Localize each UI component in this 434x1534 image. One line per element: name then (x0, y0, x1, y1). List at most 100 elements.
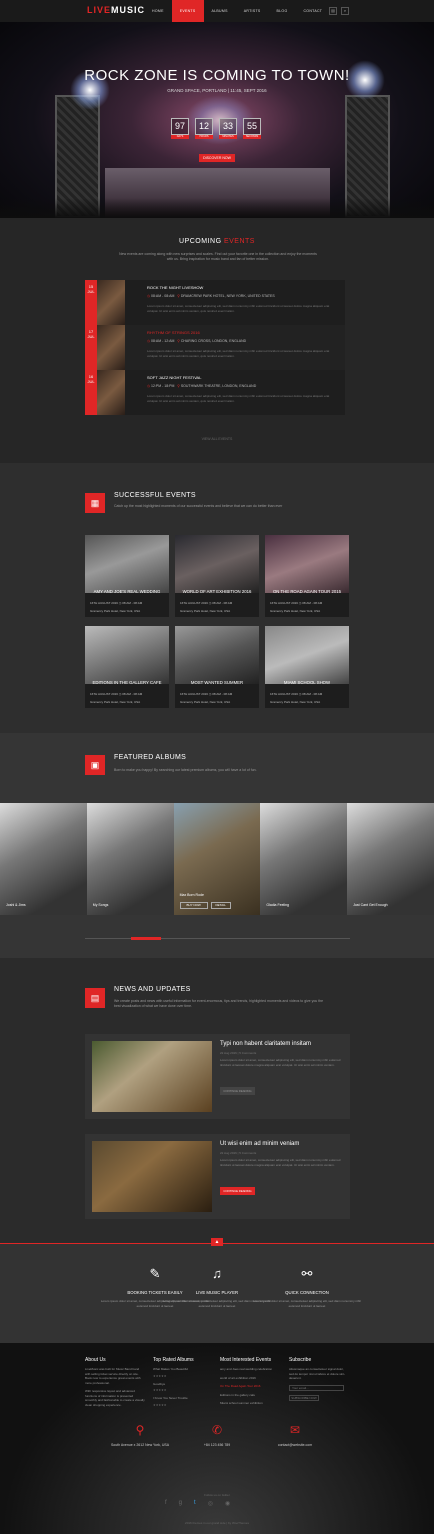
event-title[interactable]: RHYTHM OF STRINGS 2016 (147, 330, 200, 335)
nav-blog[interactable]: BLOG (269, 0, 296, 22)
event-month: JUL (87, 289, 95, 294)
continue-reading-button[interactable]: CONTINUE READING (220, 1187, 255, 1195)
event-card-title[interactable]: ON THE ROAD AGAIN TOUR 2015 (265, 589, 349, 594)
cart-icon[interactable]: ▤ (329, 7, 337, 15)
event-card[interactable]: ON THE ROAD AGAIN TOUR 2015 16TH AUGUST 2… (265, 535, 349, 617)
event-card-time: 08:AM - 08:AM (302, 601, 323, 605)
event-link[interactable]: On The Road Again Tour 2016 (220, 1384, 280, 1389)
twitter-icon[interactable]: t (194, 1500, 196, 1507)
album-strip: Joshi & Jims My Songs Max Born Rode BUY N… (0, 803, 434, 915)
news-card[interactable]: Typi non habent claritatem insitam 22 Au… (85, 1034, 350, 1119)
nav-home[interactable]: HOME (144, 0, 172, 22)
view-all-events-link[interactable]: VIEW ALL EVENTS (167, 437, 267, 442)
event-card-time: 08:AM - 08:AM (212, 692, 233, 696)
logo-part-a: LIVE (87, 5, 112, 15)
event-card[interactable]: WORLD OF ART EXHIBITION 2016 16TH AUGUST … (175, 535, 259, 617)
section-desc: Catch up the most highlighted moments of… (114, 504, 283, 508)
event-link[interactable]: world of art exhibition 2016 (220, 1376, 280, 1381)
album-item[interactable]: Joshi & Jims (0, 803, 87, 915)
event-card[interactable]: MOST WANTED SUMMER 16TH AUGUST 2016 ◷ 08:… (175, 626, 259, 708)
subscribe-button[interactable]: SUBSCRIBE NOW (289, 1394, 319, 1401)
event-link[interactable]: Editions in the gallery cafe (220, 1393, 280, 1398)
pager-indicator[interactable] (131, 937, 161, 940)
news-card[interactable]: Ut wisi enim ad minim veniam 22 Aug 2016… (85, 1134, 350, 1219)
event-card-title[interactable]: MIAMI SCHOOL SHOW (265, 680, 349, 685)
follow-text: Follow us on twitter (204, 1493, 230, 1497)
event-link[interactable]: amy and Joes real wedding celebration (220, 1367, 280, 1372)
event-title[interactable]: SOFT JAZZ NIGHT FESTIVAL (147, 375, 201, 380)
album-item[interactable]: Just Cant Get Enough (347, 803, 434, 915)
album-link[interactable]: What Makes You Beautiful (153, 1367, 213, 1372)
discover-now-button[interactable]: DISCOVER NOW (199, 154, 235, 162)
event-card-image (265, 626, 349, 684)
album-title[interactable]: Joshi & Jims (6, 903, 26, 907)
continue-reading-button[interactable]: CONTINUE READING (220, 1087, 255, 1095)
nav-albums[interactable]: ALBUMS (204, 0, 236, 22)
footer-heading: Subscribe (289, 1357, 312, 1363)
facebook-icon[interactable]: f (165, 1500, 167, 1507)
calendar-icon: ▦ (85, 493, 105, 513)
upcoming-events-section: UPCOMING EVENTS New events are coming al… (0, 218, 434, 463)
event-card[interactable]: EDITIONS IN THE GALLERY CAFE 16TH AUGUST … (85, 626, 169, 708)
event-card-date: 16TH AUGUST 2016 (270, 601, 298, 605)
album-title[interactable]: My Songs (93, 903, 109, 907)
footer-about-text: LiveMusic was built for Music Band band … (85, 1367, 141, 1385)
search-icon[interactable]: ⌕ (341, 7, 349, 15)
event-card-title[interactable]: EDITIONS IN THE GALLERY CAFE (85, 680, 169, 685)
scroll-top-button[interactable]: ▲ (211, 1238, 223, 1246)
news-icon: ▤ (85, 988, 105, 1008)
event-card[interactable]: AMY AND JOE'S REAL WEDDING 16TH AUGUST 20… (85, 535, 169, 617)
news-title[interactable]: Typi non habent claritatem insitam (220, 1041, 311, 1047)
event-card-title[interactable]: MOST WANTED SUMMER (175, 680, 259, 685)
album-title[interactable]: Gladia Feeling (266, 903, 289, 907)
event-card-location: Gramercy Park Hotel, New York, USA (90, 609, 141, 613)
event-item[interactable]: 17 JUL RHYTHM OF STRINGS 2016 ◷ 08:AM - 1… (85, 325, 345, 370)
event-card[interactable]: MIAMI SCHOOL SHOW 16TH AUGUST 2016 ◷ 08:A… (265, 626, 349, 708)
album-item[interactable]: My Songs (86, 803, 174, 915)
instagram-icon[interactable]: ◎ (208, 1500, 213, 1507)
album-title[interactable]: Just Cant Get Enough (353, 903, 387, 907)
event-month: JUL (87, 334, 95, 339)
buy-now-button[interactable]: BUY NOW (179, 902, 208, 909)
nav-artists[interactable]: ARTISTS (236, 0, 269, 22)
hero-subtitle: GRAND SPACE, PORTLAND | 11:45, SEPT 2016 (167, 88, 267, 93)
news-title[interactable]: Ut wisi enim ad minim veniam (220, 1141, 299, 1147)
event-card-title[interactable]: WORLD OF ART EXHIBITION 2016 (175, 589, 259, 594)
event-card-location: Gramercy Park Hotel, New York, USA (90, 700, 141, 704)
googleplus-icon[interactable]: g (179, 1500, 182, 1507)
album-link[interactable]: Goodbye (153, 1382, 213, 1387)
footer-events: Most Interested Events amy and Joes real… (220, 1357, 280, 1406)
album-link[interactable]: I Know You Never Trouble (153, 1396, 213, 1401)
rss-icon[interactable]: ◉ (225, 1500, 230, 1507)
event-item[interactable]: 16 JUL SOFT JAZZ NIGHT FESTIVAL ◷ 12:PM -… (85, 370, 345, 415)
event-link[interactable]: Miami school summer exhibition (220, 1401, 280, 1406)
logo-part-b: MUSIC (111, 5, 146, 15)
contact-mail: ✉ contact@website.com (250, 1423, 340, 1447)
event-card-image (175, 626, 259, 684)
event-date: 15 JUL (85, 280, 97, 325)
phone-text: +84 123 456 789 (203, 1443, 231, 1447)
feature-title: QUICK CONNECTION (285, 1290, 329, 1295)
event-title[interactable]: ROCK THE NIGHT LIVESHOW (147, 285, 203, 290)
event-item[interactable]: 15 JUL ROCK THE NIGHT LIVESHOW ◷ 08:AM - … (85, 280, 345, 325)
event-time: 08:AM - 08:AM (151, 294, 175, 298)
section-title: SUCCESSFUL EVENTS (114, 492, 196, 499)
nav-events[interactable]: EVENTS (171, 0, 204, 22)
email-input[interactable]: Your email... (289, 1384, 344, 1391)
mail-text[interactable]: contact@website.com (250, 1443, 340, 1447)
album-title[interactable]: Max Born Rode (180, 893, 204, 897)
social-links: f g t ◎ ◉ (165, 1500, 230, 1507)
event-time: 12:PM - 18:PM (151, 384, 175, 388)
nav-contact[interactable]: CONTACT (295, 0, 330, 22)
news-date: 22 Aug 2016 | 5 Comments (220, 1051, 257, 1055)
album-item-active[interactable]: Max Born Rode BUY NOW DETAIL (173, 803, 261, 915)
album-item[interactable]: Gladia Feeling (260, 803, 348, 915)
event-card-date: 16TH AUGUST 2016 (180, 692, 208, 696)
logo[interactable]: LIVEMUSIC (87, 5, 145, 15)
countdown-days: 97 DAYS (171, 118, 189, 139)
event-card-title[interactable]: AMY AND JOE'S REAL WEDDING (85, 589, 169, 594)
news-section: ▤ NEWS AND UPDATES We create posts and n… (0, 958, 434, 1243)
countdown-label: SECONDS (243, 135, 261, 139)
album-pager[interactable] (85, 937, 350, 940)
detail-button[interactable]: DETAIL (210, 902, 231, 909)
